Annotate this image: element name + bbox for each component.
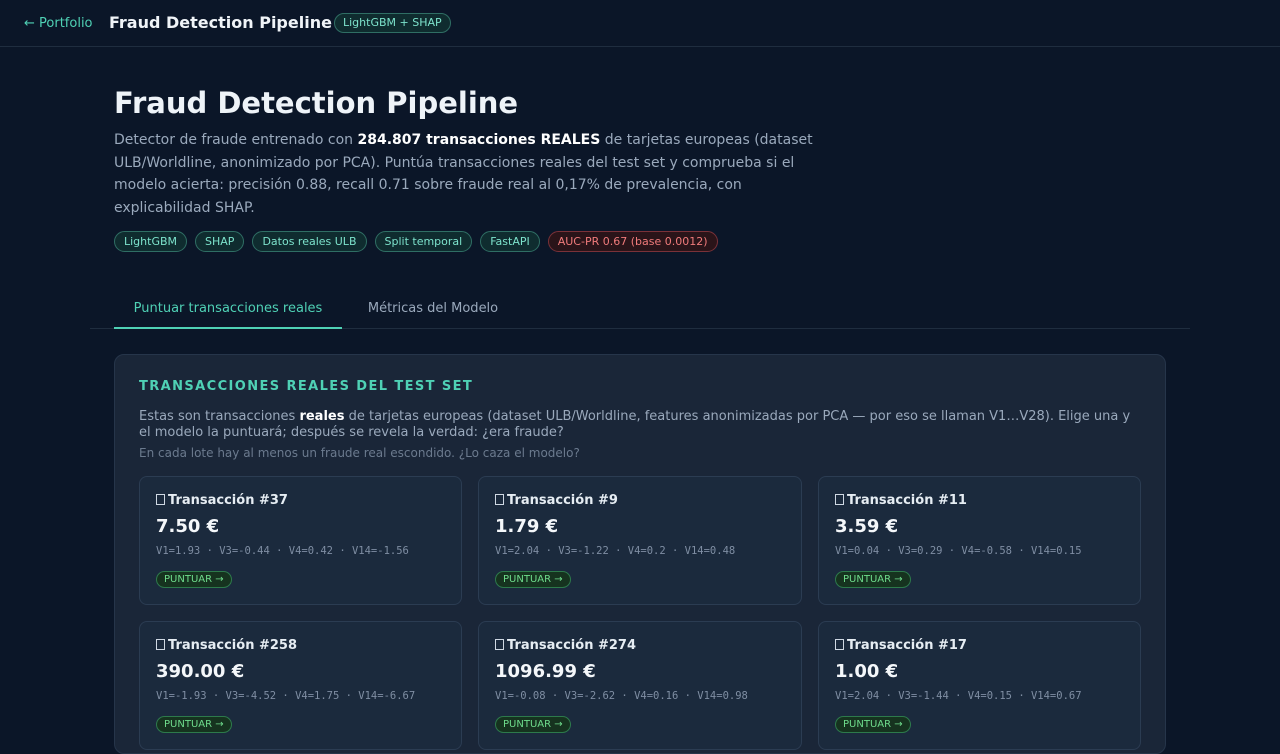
tag-lightgbm: LightGBM <box>114 231 188 252</box>
card-features: V1=0.04 · V3=0.29 · V4=-0.58 · V14=0.15 <box>835 545 1082 557</box>
card-title: Transacción #17 <box>835 638 1124 653</box>
section-title: TRANSACCIONES REALES DEL TEST SET <box>139 379 474 394</box>
card-title-text: Transacción #11 <box>847 493 967 508</box>
score-button[interactable]: PUNTUAR → <box>835 571 911 588</box>
card-title: Transacción #9 <box>495 493 785 508</box>
transaction-card[interactable]: Transacción #9 1.79 € V1=2.04 · V3=-1.22… <box>478 476 802 605</box>
card-icon <box>835 639 844 650</box>
card-title: Transacción #258 <box>156 638 445 653</box>
score-button[interactable]: PUNTUAR → <box>835 716 911 733</box>
card-title-text: Transacción #258 <box>168 638 297 653</box>
card-features: V1=-1.93 · V3=-4.52 · V4=1.75 · V14=-6.6… <box>156 690 416 702</box>
card-icon <box>156 494 165 505</box>
card-title-text: Transacción #37 <box>168 493 288 508</box>
score-button[interactable]: PUNTUAR → <box>156 716 232 733</box>
card-icon <box>835 494 844 505</box>
tab-score-transactions[interactable]: Puntuar transacciones reales <box>114 290 342 329</box>
page-description: Detector de fraude entrenado con 284.807… <box>114 129 824 219</box>
card-features: V1=2.04 · V3=-1.22 · V4=0.2 · V14=0.48 <box>495 545 736 557</box>
transaction-card[interactable]: Transacción #258 390.00 € V1=-1.93 · V3=… <box>139 621 462 750</box>
top-bar: ← Portfolio Fraud Detection Pipeline Lig… <box>0 0 1280 47</box>
tag-temporal-split: Split temporal <box>374 231 473 252</box>
tech-badge: LightGBM + SHAP <box>334 13 451 33</box>
tab-bar: Puntuar transacciones reales Métricas de… <box>90 290 1190 329</box>
intro-highlight: reales <box>299 409 345 424</box>
page-title: Fraud Detection Pipeline <box>114 86 519 120</box>
score-button[interactable]: PUNTUAR → <box>156 571 232 588</box>
card-title: Transacción #37 <box>156 493 445 508</box>
transaction-card[interactable]: Transacción #17 1.00 € V1=2.04 · V3=-1.4… <box>818 621 1141 750</box>
card-amount: 390.00 € <box>156 661 245 682</box>
card-amount: 3.59 € <box>835 516 899 537</box>
card-features: V1=-0.08 · V3=-2.62 · V4=0.16 · V14=0.98 <box>495 690 748 702</box>
transaction-card[interactable]: Transacción #11 3.59 € V1=0.04 · V3=0.29… <box>818 476 1141 605</box>
card-amount: 1.00 € <box>835 661 899 682</box>
score-button[interactable]: PUNTUAR → <box>495 571 571 588</box>
card-features: V1=2.04 · V3=-1.44 · V4=0.15 · V14=0.67 <box>835 690 1082 702</box>
card-icon <box>156 639 165 650</box>
transaction-grid: Transacción #37 7.50 € V1=1.93 · V3=-0.4… <box>139 476 1141 750</box>
card-title: Transacción #274 <box>495 638 785 653</box>
tab-model-metrics[interactable]: Métricas del Modelo <box>360 290 506 329</box>
card-amount: 7.50 € <box>156 516 220 537</box>
card-icon <box>495 639 504 650</box>
tag-shap: SHAP <box>195 231 245 252</box>
panel-hint: En cada lote hay al menos un fraude real… <box>139 446 580 460</box>
tag-auc-pr: AUC-PR 0.67 (base 0.0012) <box>547 231 718 252</box>
card-amount: 1096.99 € <box>495 661 596 682</box>
description-intro: Detector de fraude entrenado con <box>114 132 358 148</box>
tech-tags: LightGBM SHAP Datos reales ULB Split tem… <box>114 231 718 252</box>
card-title: Transacción #11 <box>835 493 1124 508</box>
topbar-title: Fraud Detection Pipeline <box>109 13 332 32</box>
card-title-text: Transacción #17 <box>847 638 967 653</box>
panel-intro: Estas son transacciones reales de tarjet… <box>139 409 1139 440</box>
transaction-card[interactable]: Transacción #274 1096.99 € V1=-0.08 · V3… <box>478 621 802 750</box>
card-amount: 1.79 € <box>495 516 559 537</box>
intro-pre: Estas son transacciones <box>139 409 300 424</box>
transaction-card[interactable]: Transacción #37 7.50 € V1=1.93 · V3=-0.4… <box>139 476 462 605</box>
card-title-text: Transacción #274 <box>507 638 636 653</box>
card-features: V1=1.93 · V3=-0.44 · V4=0.42 · V14=-1.56 <box>156 545 409 557</box>
score-button[interactable]: PUNTUAR → <box>495 716 571 733</box>
description-highlight: 284.807 transacciones REALES <box>357 132 601 148</box>
tag-fastapi: FastAPI <box>480 231 540 252</box>
card-icon <box>495 494 504 505</box>
back-to-portfolio-link[interactable]: ← Portfolio <box>24 16 93 31</box>
tag-real-data: Datos reales ULB <box>252 231 367 252</box>
transactions-panel: TRANSACCIONES REALES DEL TEST SET Estas … <box>114 354 1166 754</box>
card-title-text: Transacción #9 <box>507 493 618 508</box>
